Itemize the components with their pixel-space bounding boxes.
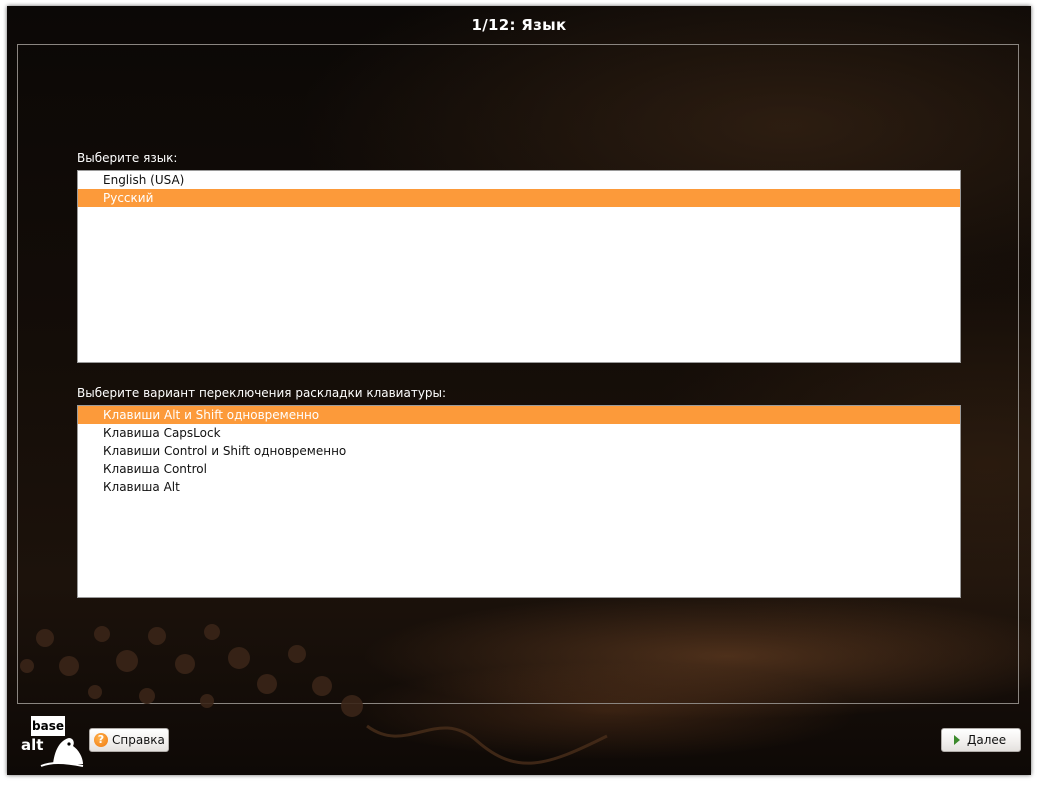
layout-item-capslock[interactable]: Клавиша CapsLock xyxy=(78,424,960,442)
help-icon: ? xyxy=(94,733,108,747)
language-listbox[interactable]: English (USA) Русский xyxy=(77,170,961,363)
layout-item-control-shift[interactable]: Клавиши Control и Shift одновременно xyxy=(78,442,960,460)
window-title: 1/12: Язык xyxy=(471,16,567,34)
layout-item-control[interactable]: Клавиша Control xyxy=(78,460,960,478)
arrow-right-icon xyxy=(954,735,960,745)
help-button[interactable]: ? Справка xyxy=(89,728,169,752)
next-button-label: Далее xyxy=(967,733,1007,747)
basealt-logo-icon: base alt xyxy=(21,716,84,767)
help-button-label: Справка xyxy=(112,733,165,747)
logo-text-top: base xyxy=(32,719,64,733)
layout-switch-label: Выберите вариант переключения раскладки … xyxy=(77,386,447,400)
layout-item-alt-shift[interactable]: Клавиши Alt и Shift одновременно xyxy=(78,406,960,424)
layout-item-alt[interactable]: Клавиша Alt xyxy=(78,478,960,496)
layout-switch-listbox[interactable]: Клавиши Alt и Shift одновременно Клавиша… xyxy=(77,405,961,598)
language-item-russian[interactable]: Русский xyxy=(78,189,960,207)
language-item-english[interactable]: English (USA) xyxy=(78,171,960,189)
language-label: Выберите язык: xyxy=(77,151,178,165)
content-frame xyxy=(17,44,1019,704)
next-button[interactable]: Далее xyxy=(941,728,1021,752)
installer-window: 1/12: Язык Выберите язык: English (USA) xyxy=(7,6,1031,775)
logo-text-bottom: alt xyxy=(21,736,43,754)
